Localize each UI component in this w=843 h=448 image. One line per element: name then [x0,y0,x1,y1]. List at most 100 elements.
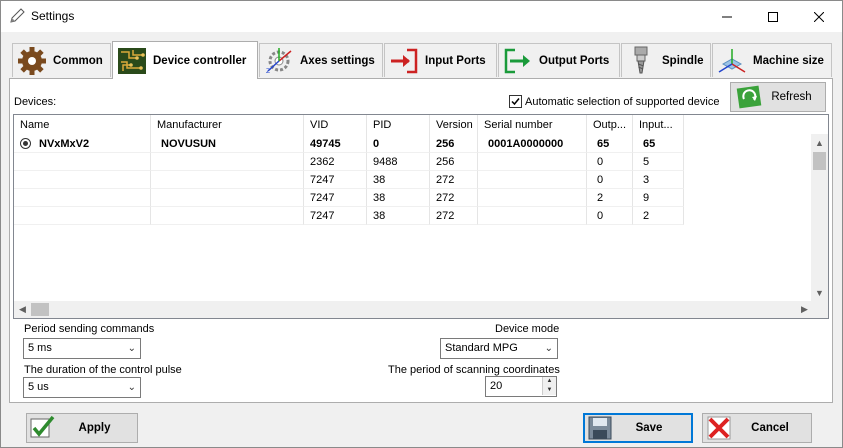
cancel-x-icon [707,416,731,440]
column-header-serial-number[interactable]: Serial number [478,115,587,135]
scroll-down-icon[interactable]: ▼ [811,284,828,301]
machine-size-icon [715,45,749,77]
column-header-vid[interactable]: VID [304,115,367,135]
column-header-pid[interactable]: PID [367,115,430,135]
column-header-version[interactable]: Version [430,115,478,135]
cell-outputs: 65 [587,135,633,153]
cell-manufacturer: NOVUSUN [151,135,304,153]
table-row[interactable]: 7247 38 272 0 2 [14,207,684,225]
column-header-inputs[interactable]: Input... [633,115,684,135]
period-sending-value: 5 ms [28,342,52,354]
cell-serial-number [478,207,587,225]
horizontal-scrollbar[interactable]: ◀ ▶ [14,301,813,318]
table-row[interactable]: NVxMxV2 NOVUSUN 49745 0 256 0001A0000000… [14,135,684,153]
settings-tabs: Common Device controller Z Axes settings… [12,41,832,79]
cell-serial-number [478,153,587,171]
axes-gear-icon: Z [262,45,296,77]
cancel-label: Cancel [751,422,789,434]
cancel-button[interactable]: Cancel [702,413,812,443]
minimize-button[interactable] [704,1,750,32]
tab-label: Machine size [753,54,824,67]
cell-vid: 49745 [304,135,367,153]
refresh-button[interactable]: Refresh [730,82,826,112]
cell-version: 256 [430,135,478,153]
cell-serial-number: 0001A0000000 [478,135,587,153]
chevron-down-icon: ⌄ [127,343,136,354]
cell-manufacturer [151,189,304,207]
title-bar: Settings [1,1,842,32]
cell-name [14,207,151,225]
tab-common[interactable]: Common [12,43,111,77]
settings-window: Settings Common Device controller Z Axes… [0,0,843,448]
device-mode-select[interactable]: Standard MPG ⌄ [440,338,558,359]
tab-label: Axes settings [300,54,375,67]
control-pulse-value: 5 us [28,381,49,393]
cell-version: 272 [430,189,478,207]
selected-radio-icon[interactable] [20,138,31,149]
tab-device-controller[interactable]: Device controller [112,41,258,79]
tab-spindle[interactable]: Spindle [621,43,711,77]
cell-version: 272 [430,207,478,225]
close-button[interactable] [796,1,842,32]
control-pulse-select[interactable]: 5 us ⌄ [23,377,141,398]
tab-label: Common [53,54,103,67]
refresh-label: Refresh [771,91,812,103]
scroll-up-icon[interactable]: ▲ [811,134,828,151]
cell-name [14,189,151,207]
window-title: Settings [31,9,75,23]
maximize-button[interactable] [750,1,796,32]
scan-period-label: The period of scanning coordinates [388,364,560,376]
cell-serial-number [478,189,587,207]
scrollbar-corner [811,301,828,318]
maximize-icon [768,11,778,22]
apply-button[interactable]: Apply [26,413,138,443]
vertical-scroll-thumb[interactable] [813,152,826,170]
spin-down-icon[interactable]: ▼ [542,386,556,395]
cell-name [14,153,151,171]
table-row[interactable]: 7247 38 272 2 9 [14,189,684,207]
horizontal-scroll-thumb[interactable] [31,303,49,316]
circuit-board-icon [115,45,149,77]
cell-inputs: 5 [633,153,684,171]
chevron-down-icon: ⌄ [544,343,553,354]
cell-inputs: 9 [633,189,684,207]
checkmark-icon [511,98,520,106]
checkmark-icon [30,415,55,438]
tab-axes-settings[interactable]: Z Axes settings [259,43,383,77]
cell-manufacturer [151,171,304,189]
floppy-disk-icon [588,416,612,440]
spin-up-icon[interactable]: ▲ [542,377,556,386]
cell-name [14,171,151,189]
tab-input-ports[interactable]: Input Ports [384,43,497,77]
table-row[interactable]: 2362 9488 256 0 5 [14,153,684,171]
scan-period-value: 20 [490,380,503,392]
cell-pid: 38 [367,189,430,207]
vertical-scrollbar[interactable]: ▲ ▼ [811,134,828,301]
device-mode-value: Standard MPG [445,342,518,354]
devices-label: Devices: [14,96,57,108]
cell-pid: 38 [367,207,430,225]
period-sending-select[interactable]: 5 ms ⌄ [23,338,141,359]
save-button[interactable]: Save [583,413,693,443]
cell-vid: 7247 [304,189,367,207]
column-header-outputs[interactable]: Outp... [587,115,633,135]
checkbox-box[interactable] [509,95,522,108]
column-header-manufacturer[interactable]: Manufacturer [151,115,304,135]
cell-inputs: 2 [633,207,684,225]
svg-text:Z: Z [266,68,270,75]
scan-period-spinner[interactable]: 20 ▲ ▼ [485,376,557,397]
tab-machine-size[interactable]: Machine size [712,43,832,77]
table-body: NVxMxV2 NOVUSUN 49745 0 256 0001A0000000… [14,135,684,225]
cell-vid: 7247 [304,171,367,189]
cell-manufacturer [151,153,304,171]
devices-table[interactable]: Name Manufacturer VID PID Version Serial… [13,114,829,319]
table-row[interactable]: 7247 38 272 0 3 [14,171,684,189]
auto-select-checkbox[interactable]: Automatic selection of supported device [509,95,719,108]
tab-output-ports[interactable]: Output Ports [498,43,620,77]
table-header: Name Manufacturer VID PID Version Serial… [14,115,684,135]
chevron-down-icon: ⌄ [127,382,136,393]
cell-vid: 2362 [304,153,367,171]
column-header-name[interactable]: Name [14,115,151,135]
cell-inputs: 3 [633,171,684,189]
scroll-left-icon[interactable]: ◀ [14,301,31,318]
